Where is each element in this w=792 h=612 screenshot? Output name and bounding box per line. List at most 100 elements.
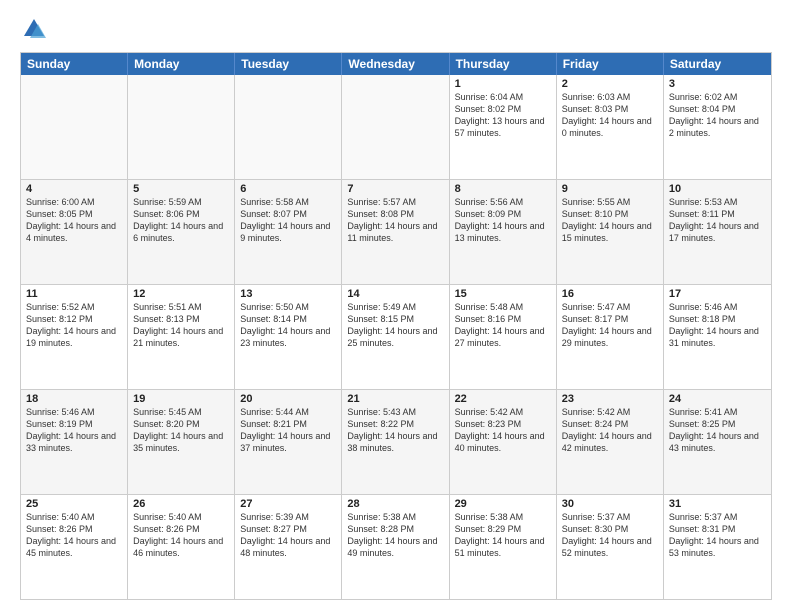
calendar-row: 18Sunrise: 5:46 AM Sunset: 8:19 PM Dayli… [21,389,771,494]
day-info: Sunrise: 6:00 AM Sunset: 8:05 PM Dayligh… [26,196,122,245]
calendar-cell: 25Sunrise: 5:40 AM Sunset: 8:26 PM Dayli… [21,495,128,599]
day-number: 21 [347,393,443,405]
day-info: Sunrise: 5:59 AM Sunset: 8:06 PM Dayligh… [133,196,229,245]
calendar-cell: 29Sunrise: 5:38 AM Sunset: 8:29 PM Dayli… [450,495,557,599]
calendar-cell: 9Sunrise: 5:55 AM Sunset: 8:10 PM Daylig… [557,180,664,284]
day-number: 29 [455,498,551,510]
day-info: Sunrise: 5:45 AM Sunset: 8:20 PM Dayligh… [133,406,229,455]
day-number: 8 [455,183,551,195]
day-number: 10 [669,183,766,195]
calendar-body: 1Sunrise: 6:04 AM Sunset: 8:02 PM Daylig… [21,75,771,599]
calendar-header-cell: Thursday [450,53,557,75]
calendar-header-cell: Sunday [21,53,128,75]
day-info: Sunrise: 5:58 AM Sunset: 8:07 PM Dayligh… [240,196,336,245]
day-number: 22 [455,393,551,405]
day-info: Sunrise: 5:52 AM Sunset: 8:12 PM Dayligh… [26,301,122,350]
day-number: 6 [240,183,336,195]
day-number: 13 [240,288,336,300]
calendar-cell: 12Sunrise: 5:51 AM Sunset: 8:13 PM Dayli… [128,285,235,389]
calendar-header-cell: Monday [128,53,235,75]
day-info: Sunrise: 6:03 AM Sunset: 8:03 PM Dayligh… [562,91,658,140]
day-number: 28 [347,498,443,510]
day-number: 2 [562,78,658,90]
day-info: Sunrise: 5:49 AM Sunset: 8:15 PM Dayligh… [347,301,443,350]
calendar-cell: 2Sunrise: 6:03 AM Sunset: 8:03 PM Daylig… [557,75,664,179]
day-info: Sunrise: 5:47 AM Sunset: 8:17 PM Dayligh… [562,301,658,350]
day-number: 19 [133,393,229,405]
day-info: Sunrise: 5:48 AM Sunset: 8:16 PM Dayligh… [455,301,551,350]
day-info: Sunrise: 5:41 AM Sunset: 8:25 PM Dayligh… [669,406,766,455]
calendar-cell: 14Sunrise: 5:49 AM Sunset: 8:15 PM Dayli… [342,285,449,389]
calendar: SundayMondayTuesdayWednesdayThursdayFrid… [20,52,772,600]
calendar-header-cell: Tuesday [235,53,342,75]
calendar-cell [128,75,235,179]
calendar-cell: 8Sunrise: 5:56 AM Sunset: 8:09 PM Daylig… [450,180,557,284]
day-number: 26 [133,498,229,510]
calendar-cell: 11Sunrise: 5:52 AM Sunset: 8:12 PM Dayli… [21,285,128,389]
day-info: Sunrise: 5:44 AM Sunset: 8:21 PM Dayligh… [240,406,336,455]
calendar-cell: 5Sunrise: 5:59 AM Sunset: 8:06 PM Daylig… [128,180,235,284]
day-info: Sunrise: 5:57 AM Sunset: 8:08 PM Dayligh… [347,196,443,245]
calendar-cell: 17Sunrise: 5:46 AM Sunset: 8:18 PM Dayli… [664,285,771,389]
calendar-cell: 1Sunrise: 6:04 AM Sunset: 8:02 PM Daylig… [450,75,557,179]
page: SundayMondayTuesdayWednesdayThursdayFrid… [0,0,792,612]
day-number: 3 [669,78,766,90]
calendar-cell: 7Sunrise: 5:57 AM Sunset: 8:08 PM Daylig… [342,180,449,284]
day-number: 25 [26,498,122,510]
calendar-row: 25Sunrise: 5:40 AM Sunset: 8:26 PM Dayli… [21,494,771,599]
day-info: Sunrise: 5:50 AM Sunset: 8:14 PM Dayligh… [240,301,336,350]
calendar-cell: 31Sunrise: 5:37 AM Sunset: 8:31 PM Dayli… [664,495,771,599]
day-info: Sunrise: 5:42 AM Sunset: 8:24 PM Dayligh… [562,406,658,455]
day-number: 24 [669,393,766,405]
day-number: 17 [669,288,766,300]
calendar-cell: 10Sunrise: 5:53 AM Sunset: 8:11 PM Dayli… [664,180,771,284]
logo-icon [20,16,48,44]
calendar-row: 1Sunrise: 6:04 AM Sunset: 8:02 PM Daylig… [21,75,771,179]
day-info: Sunrise: 5:38 AM Sunset: 8:29 PM Dayligh… [455,511,551,560]
day-info: Sunrise: 5:53 AM Sunset: 8:11 PM Dayligh… [669,196,766,245]
calendar-cell: 4Sunrise: 6:00 AM Sunset: 8:05 PM Daylig… [21,180,128,284]
calendar-cell: 3Sunrise: 6:02 AM Sunset: 8:04 PM Daylig… [664,75,771,179]
day-number: 7 [347,183,443,195]
calendar-cell: 21Sunrise: 5:43 AM Sunset: 8:22 PM Dayli… [342,390,449,494]
calendar-cell [342,75,449,179]
day-number: 12 [133,288,229,300]
day-number: 27 [240,498,336,510]
calendar-header-cell: Saturday [664,53,771,75]
day-info: Sunrise: 5:46 AM Sunset: 8:18 PM Dayligh… [669,301,766,350]
day-info: Sunrise: 5:46 AM Sunset: 8:19 PM Dayligh… [26,406,122,455]
calendar-cell: 26Sunrise: 5:40 AM Sunset: 8:26 PM Dayli… [128,495,235,599]
day-info: Sunrise: 5:51 AM Sunset: 8:13 PM Dayligh… [133,301,229,350]
header [20,16,772,44]
calendar-cell: 24Sunrise: 5:41 AM Sunset: 8:25 PM Dayli… [664,390,771,494]
day-number: 30 [562,498,658,510]
calendar-header-cell: Wednesday [342,53,449,75]
day-info: Sunrise: 5:56 AM Sunset: 8:09 PM Dayligh… [455,196,551,245]
calendar-cell: 23Sunrise: 5:42 AM Sunset: 8:24 PM Dayli… [557,390,664,494]
day-info: Sunrise: 5:39 AM Sunset: 8:27 PM Dayligh… [240,511,336,560]
day-info: Sunrise: 5:37 AM Sunset: 8:30 PM Dayligh… [562,511,658,560]
calendar-cell: 15Sunrise: 5:48 AM Sunset: 8:16 PM Dayli… [450,285,557,389]
calendar-cell: 19Sunrise: 5:45 AM Sunset: 8:20 PM Dayli… [128,390,235,494]
day-info: Sunrise: 5:42 AM Sunset: 8:23 PM Dayligh… [455,406,551,455]
logo [20,16,52,44]
calendar-cell [235,75,342,179]
calendar-cell [21,75,128,179]
calendar-row: 4Sunrise: 6:00 AM Sunset: 8:05 PM Daylig… [21,179,771,284]
day-number: 31 [669,498,766,510]
calendar-cell: 13Sunrise: 5:50 AM Sunset: 8:14 PM Dayli… [235,285,342,389]
day-number: 5 [133,183,229,195]
calendar-cell: 27Sunrise: 5:39 AM Sunset: 8:27 PM Dayli… [235,495,342,599]
calendar-cell: 16Sunrise: 5:47 AM Sunset: 8:17 PM Dayli… [557,285,664,389]
day-info: Sunrise: 5:40 AM Sunset: 8:26 PM Dayligh… [133,511,229,560]
day-info: Sunrise: 5:40 AM Sunset: 8:26 PM Dayligh… [26,511,122,560]
day-number: 11 [26,288,122,300]
day-info: Sunrise: 5:43 AM Sunset: 8:22 PM Dayligh… [347,406,443,455]
day-number: 18 [26,393,122,405]
day-number: 4 [26,183,122,195]
calendar-cell: 28Sunrise: 5:38 AM Sunset: 8:28 PM Dayli… [342,495,449,599]
calendar-cell: 30Sunrise: 5:37 AM Sunset: 8:30 PM Dayli… [557,495,664,599]
calendar-cell: 6Sunrise: 5:58 AM Sunset: 8:07 PM Daylig… [235,180,342,284]
day-info: Sunrise: 6:04 AM Sunset: 8:02 PM Dayligh… [455,91,551,140]
day-info: Sunrise: 5:55 AM Sunset: 8:10 PM Dayligh… [562,196,658,245]
